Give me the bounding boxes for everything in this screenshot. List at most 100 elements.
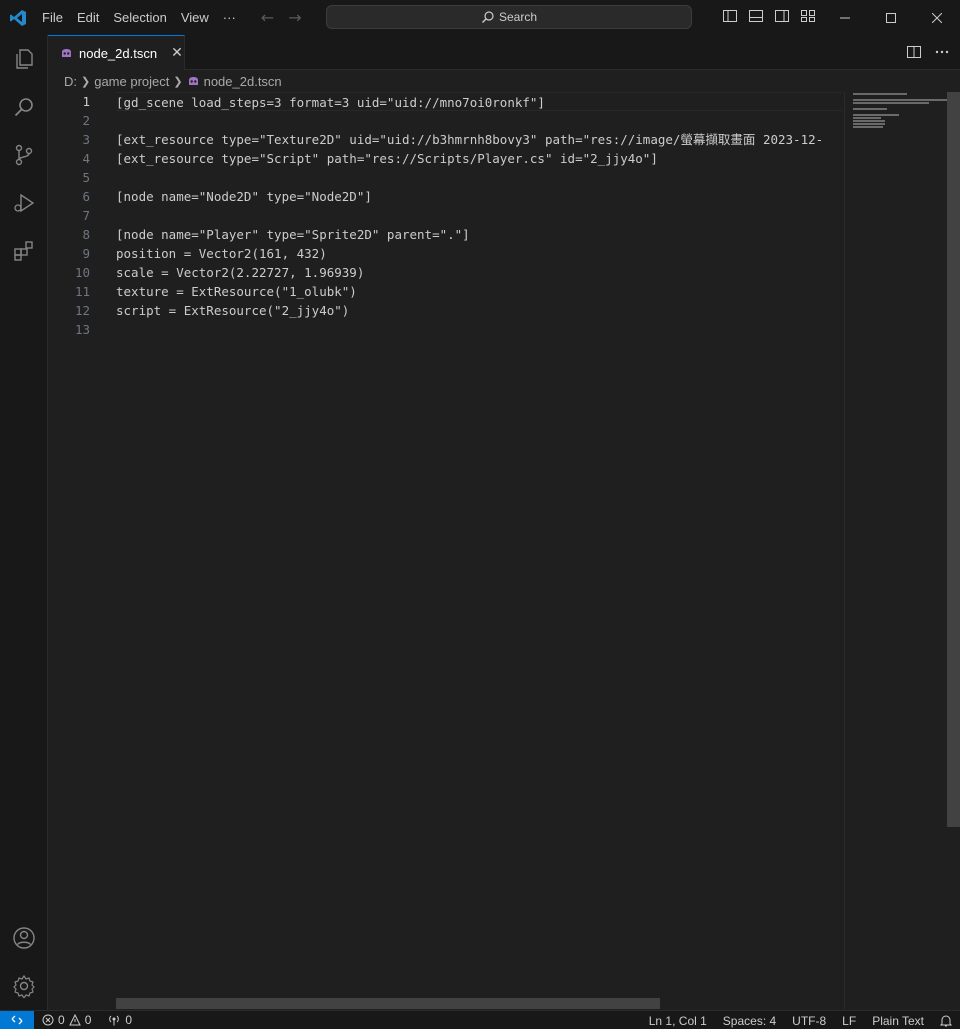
code-line[interactable]: [ext_resource type="Texture2D" uid="uid:… bbox=[116, 130, 842, 149]
maximize-icon[interactable] bbox=[868, 0, 914, 35]
tab-close-icon[interactable]: ✕ bbox=[171, 45, 183, 61]
toggle-panel-icon[interactable] bbox=[748, 8, 764, 24]
line-number: 4 bbox=[82, 151, 90, 166]
line-number: 6 bbox=[82, 189, 90, 204]
code-line[interactable]: [node name="Node2D" type="Node2D"] bbox=[116, 187, 842, 206]
chevron-right-icon: ❯ bbox=[81, 75, 91, 88]
breadcrumb-file[interactable]: node_2d.tscn bbox=[204, 74, 282, 89]
editor-tab-bar: node_2d.tscn ✕ bbox=[48, 35, 960, 70]
minimap-line bbox=[853, 93, 907, 95]
code-line[interactable]: scale = Vector2(2.22727, 1.96939) bbox=[116, 263, 842, 282]
layout-controls bbox=[722, 8, 816, 24]
search-icon bbox=[481, 11, 494, 23]
manage-gear-icon[interactable] bbox=[0, 962, 48, 1010]
ports-icon bbox=[109, 1015, 120, 1026]
line-number: 8 bbox=[82, 227, 90, 242]
line-number: 3 bbox=[82, 132, 90, 147]
minimap-line bbox=[853, 108, 887, 110]
cursor-position[interactable]: Ln 1, Col 1 bbox=[649, 1014, 707, 1028]
status-right: Ln 1, Col 1 Spaces: 4 UTF-8 LF Plain Tex… bbox=[649, 1011, 952, 1029]
toggle-primary-sidebar-icon[interactable] bbox=[722, 8, 738, 24]
breadcrumb-folder[interactable]: game project bbox=[94, 74, 169, 89]
bell-icon[interactable] bbox=[940, 1014, 952, 1027]
menu-edit[interactable]: Edit bbox=[70, 0, 106, 35]
editor-actions bbox=[906, 44, 950, 64]
code-line[interactable] bbox=[116, 168, 842, 187]
godot-file-icon bbox=[188, 76, 198, 85]
line-number: 9 bbox=[82, 246, 90, 261]
window-controls bbox=[822, 0, 960, 35]
code-line[interactable]: texture = ExtResource("1_olubk") bbox=[116, 282, 842, 301]
minimap-line bbox=[853, 114, 899, 116]
tab-label: node_2d.tscn bbox=[79, 45, 158, 61]
toggle-secondary-sidebar-icon[interactable] bbox=[774, 8, 790, 24]
code-line[interactable]: [ext_resource type="Script" path="res://… bbox=[116, 149, 842, 168]
vertical-scrollbar[interactable] bbox=[947, 92, 960, 827]
indentation[interactable]: Spaces: 4 bbox=[723, 1014, 776, 1028]
line-number: 11 bbox=[74, 284, 90, 299]
remote-icon[interactable] bbox=[0, 1010, 34, 1029]
breadcrumb: D: ❯ game project ❯ node_2d.tscn bbox=[48, 70, 960, 92]
run-debug-icon[interactable] bbox=[0, 179, 48, 227]
search-icon[interactable] bbox=[0, 83, 48, 131]
line-number: 2 bbox=[82, 113, 90, 128]
minimize-icon[interactable] bbox=[822, 0, 868, 35]
language-mode[interactable]: Plain Text bbox=[872, 1014, 924, 1028]
line-number: 12 bbox=[74, 303, 90, 318]
forward-arrow-icon[interactable]: → bbox=[288, 8, 301, 27]
code-line[interactable]: script = ExtResource("2_jjy4o") bbox=[116, 301, 842, 320]
menu-bar: File Edit Selection View ··· bbox=[35, 0, 243, 35]
code-line[interactable]: position = Vector2(161, 432) bbox=[116, 244, 842, 263]
horizontal-scrollbar[interactable] bbox=[116, 998, 660, 1009]
code-line[interactable] bbox=[116, 206, 842, 225]
split-editor-icon[interactable] bbox=[906, 44, 922, 64]
line-number: 10 bbox=[74, 265, 90, 280]
activity-bar bbox=[0, 35, 48, 1010]
problems-status[interactable]: 0 0 0 bbox=[42, 1013, 132, 1027]
source-control-icon[interactable] bbox=[0, 131, 48, 179]
chevron-right-icon: ❯ bbox=[173, 75, 183, 88]
more-actions-icon[interactable] bbox=[934, 44, 950, 64]
menu-selection[interactable]: Selection bbox=[106, 0, 173, 35]
godot-file-icon bbox=[62, 48, 71, 57]
extensions-icon[interactable] bbox=[0, 227, 48, 275]
code-line[interactable]: [node name="Player" type="Sprite2D" pare… bbox=[116, 225, 842, 244]
minimap-line bbox=[853, 102, 929, 104]
ports-count: 0 bbox=[125, 1013, 133, 1027]
minimap-line bbox=[853, 99, 949, 101]
minimap-line bbox=[853, 123, 885, 125]
minimap-line bbox=[853, 120, 885, 122]
back-arrow-icon[interactable]: ← bbox=[261, 8, 274, 27]
code-line[interactable]: [gd_scene load_steps=3 format=3 uid="uid… bbox=[116, 92, 842, 111]
warning-count: 0 bbox=[84, 1013, 92, 1027]
code-text[interactable]: [gd_scene load_steps=3 format=3 uid="uid… bbox=[116, 92, 842, 339]
account-icon[interactable] bbox=[0, 914, 48, 962]
warning-icon bbox=[68, 1014, 81, 1026]
command-center-search[interactable]: Search bbox=[326, 5, 692, 29]
minimap-line bbox=[853, 117, 881, 119]
breadcrumb-drive[interactable]: D: bbox=[64, 74, 77, 89]
close-window-icon[interactable] bbox=[914, 0, 960, 35]
code-line[interactable] bbox=[116, 320, 842, 339]
minimap[interactable] bbox=[844, 92, 949, 1010]
tab-node-2d-tscn[interactable]: node_2d.tscn ✕ bbox=[48, 35, 185, 70]
encoding[interactable]: UTF-8 bbox=[792, 1014, 826, 1028]
menu-file[interactable]: File bbox=[35, 0, 70, 35]
explorer-icon[interactable] bbox=[0, 35, 48, 83]
menu-more[interactable]: ··· bbox=[216, 0, 243, 35]
title-bar: File Edit Selection View ··· ← → Search bbox=[0, 0, 960, 35]
end-of-line[interactable]: LF bbox=[842, 1014, 856, 1028]
error-icon bbox=[42, 1014, 54, 1026]
customize-layout-icon[interactable] bbox=[800, 8, 816, 24]
menu-view[interactable]: View bbox=[174, 0, 216, 35]
minimap-line bbox=[853, 126, 883, 128]
nav-arrows: ← → bbox=[261, 8, 302, 27]
line-number: 5 bbox=[82, 170, 90, 185]
vscode-logo-icon bbox=[0, 0, 35, 35]
line-number: 1 bbox=[82, 94, 90, 109]
status-bar: 0 0 0 Ln 1, Col 1 Spaces: 4 UTF-8 LF Pla… bbox=[0, 1010, 960, 1029]
search-label: Search bbox=[498, 10, 538, 24]
error-count: 0 bbox=[58, 1013, 65, 1027]
code-editor[interactable]: 1 2 3 4 5 6 7 8 9 10 11 12 13 [gd_scene … bbox=[48, 92, 960, 1010]
code-line[interactable] bbox=[116, 111, 842, 130]
